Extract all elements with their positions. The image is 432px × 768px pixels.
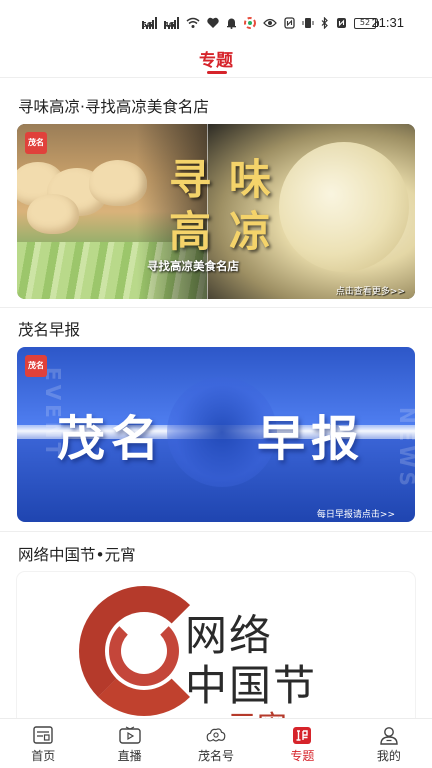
- banner-ghost-text-right: NEWS: [395, 407, 415, 490]
- section-divider: [0, 307, 432, 308]
- nfc2-icon: [337, 18, 346, 28]
- bottom-nav: 首页 直播 茂名号 专题 我的: [0, 718, 432, 768]
- chicken-shape: [279, 142, 409, 272]
- calligraphy-char: 高: [169, 207, 214, 256]
- nav-item-home[interactable]: 首页: [0, 719, 86, 768]
- vibrate-icon: [302, 18, 314, 28]
- tv-play-icon: [118, 725, 141, 745]
- sim1-network-label: 5G: [142, 21, 153, 29]
- banner-food-more-link[interactable]: 点击查看更多>>: [336, 284, 405, 297]
- maoming-logo-badge: 茂名: [25, 132, 47, 154]
- wifi-icon: [186, 17, 200, 28]
- status-icons: 5G 4G 52: [142, 14, 379, 32]
- topic-icon: [291, 725, 313, 745]
- nav-label-maoming-hao: 茂名号: [198, 749, 235, 763]
- dumpling-shape: [27, 194, 79, 234]
- nfc-icon: [284, 17, 295, 29]
- nav-item-maoming-hao[interactable]: 茂名号: [173, 719, 259, 768]
- page-title: 专题: [199, 51, 233, 71]
- bell-icon: [227, 18, 236, 29]
- eye-icon: [263, 18, 277, 28]
- nav-label-home: 首页: [31, 749, 56, 763]
- banner-word-maoming: 茂名: [57, 411, 166, 467]
- sim2-signal-icon: 4G: [164, 17, 179, 29]
- nav-item-topic[interactable]: 专题: [259, 719, 345, 768]
- topic-title-festival[interactable]: 网络中国节•元宵: [18, 543, 136, 565]
- auspicious-cloud-inner-icon: [109, 616, 179, 686]
- status-bar: 5G 4G 52 21:31: [0, 0, 432, 40]
- section-divider: [0, 531, 432, 532]
- banner-food-subtitle: 寻找高凉美食名店: [147, 259, 239, 273]
- title-underline: [207, 71, 227, 74]
- topic-title-food[interactable]: 寻味高凉·寻找高凉美食名店: [18, 95, 209, 117]
- sim1-signal-icon: 5G: [142, 17, 157, 29]
- calligraphy-char: 凉: [229, 207, 274, 256]
- status-time: 21:31: [371, 15, 404, 30]
- nav-label-mine: 我的: [376, 749, 401, 763]
- topic-banner-morning-report[interactable]: EVENT NEWS 茂名 茂名 早报 每日早报请点击>>: [17, 347, 415, 522]
- app-colorful-icon: [244, 17, 256, 29]
- page-header: 专题: [0, 40, 432, 78]
- nav-item-live[interactable]: 直播: [86, 719, 172, 768]
- sim2-network-label: 4G: [164, 21, 175, 29]
- banner-word-morning-report: 早报: [257, 411, 366, 467]
- heart-mute-icon: [207, 17, 219, 28]
- nav-label-live: 直播: [117, 749, 142, 763]
- user-icon: [378, 725, 400, 745]
- topic-banner-food[interactable]: 茂名 寻 味 高 凉 寻找高凉美食名店 点击查看更多>>: [17, 124, 415, 299]
- banner-morning-more-link[interactable]: 每日早报请点击>>: [317, 507, 395, 520]
- maoming-logo-badge: 茂名: [25, 355, 47, 377]
- nav-item-mine[interactable]: 我的: [346, 719, 432, 768]
- nav-label-topic: 专题: [290, 749, 315, 763]
- topic-title-morning-report[interactable]: 茂名早报: [18, 318, 80, 340]
- bluetooth-icon: [321, 17, 328, 29]
- home-news-icon: [32, 725, 54, 745]
- cloud-pattern-icon: [205, 725, 227, 745]
- topic-banner-festival[interactable]: 网络 中国节 元宵: [17, 572, 415, 722]
